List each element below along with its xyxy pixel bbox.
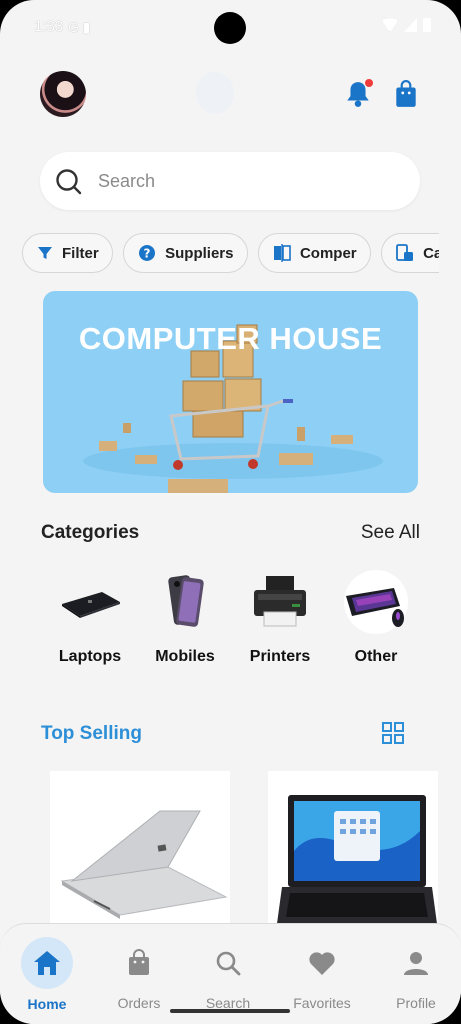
gesture-handle[interactable] [170, 1009, 290, 1013]
search-icon [56, 169, 82, 195]
nav-profile[interactable]: Profile [371, 924, 461, 1011]
question-icon: ? [139, 245, 156, 261]
category-other[interactable]: Other [336, 570, 416, 666]
product-card[interactable] [50, 771, 230, 931]
nav-home-highlight [21, 937, 73, 989]
chip-label: Cate [423, 244, 439, 262]
chip-suppliers[interactable]: ? Suppliers [123, 233, 248, 273]
nav-home[interactable]: Home [2, 924, 92, 1012]
heart-icon [309, 952, 335, 975]
shopping-bag-icon[interactable] [393, 80, 419, 108]
category-label: Other [354, 648, 398, 665]
app-screen: 1:33 G ▮ Filter [0, 0, 461, 1024]
status-time: 1:33 [34, 18, 64, 35]
nav-icon-wrap [202, 937, 254, 989]
nav-favorites[interactable]: Favorites [277, 924, 367, 1011]
category-label: Laptops [58, 648, 122, 665]
phone-image [153, 570, 217, 634]
product-card[interactable] [268, 771, 438, 931]
profile-avatar[interactable] [40, 71, 86, 117]
nav-icon-wrap [390, 937, 442, 989]
category-label: Printers [249, 648, 311, 665]
promo-banner[interactable]: COMPUTER HOUSE [43, 291, 418, 493]
top-selling-title: Top Selling [41, 723, 142, 744]
category-icon [396, 244, 414, 261]
nav-icon-wrap [296, 937, 348, 989]
chip-categories[interactable]: Cate [381, 233, 439, 273]
quick-action-chips: Filter ? Suppliers Comper Cate [22, 233, 439, 275]
nav-search[interactable]: Search [183, 924, 273, 1011]
status-notification-icons: G ▮ [68, 19, 91, 35]
status-icons [382, 18, 431, 32]
status-bar: 1:33 G ▮ [0, 0, 461, 56]
see-all-link[interactable]: See All [361, 522, 420, 544]
nav-orders[interactable]: Orders [94, 924, 184, 1011]
search-icon [216, 951, 241, 976]
filter-icon [38, 247, 52, 259]
product-image-laptop-black [276, 795, 438, 931]
laptop-image [58, 570, 122, 634]
nav-label: Home [27, 996, 67, 1012]
category-mobiles[interactable]: Mobiles [145, 570, 225, 666]
chip-label: Suppliers [165, 244, 234, 262]
nav-label: Favorites [293, 995, 351, 1011]
svg-text:?: ? [144, 247, 151, 261]
printer-image [248, 570, 312, 634]
battery-icon [423, 18, 431, 32]
search-input[interactable] [98, 170, 378, 192]
signal-icon [404, 18, 417, 32]
category-label: Mobiles [155, 648, 215, 665]
home-icon [34, 951, 60, 975]
search-bar[interactable] [40, 152, 420, 210]
person-icon [404, 952, 428, 975]
categories-title: Categories [41, 522, 140, 543]
camera-cutout [214, 12, 246, 44]
wifi-icon [382, 18, 398, 32]
keyboard-image [344, 570, 408, 634]
compare-icon [273, 244, 291, 262]
banner-title: COMPUTER HOUSE [78, 321, 383, 356]
chip-compare[interactable]: Comper [257, 233, 371, 273]
product-image-laptop-silver [60, 810, 228, 919]
chip-filter[interactable]: Filter [22, 233, 113, 273]
notification-badge [365, 79, 373, 87]
chip-label: Comper [299, 244, 357, 262]
bag-icon [129, 949, 149, 975]
nav-label: Profile [396, 995, 436, 1011]
app-logo [196, 72, 234, 114]
grid-view-icon[interactable] [382, 722, 404, 744]
category-printers[interactable]: Printers [240, 570, 320, 666]
chip-label: Filter [62, 244, 99, 262]
category-laptops[interactable]: Laptops [50, 570, 130, 666]
nav-icon-wrap [113, 937, 165, 989]
